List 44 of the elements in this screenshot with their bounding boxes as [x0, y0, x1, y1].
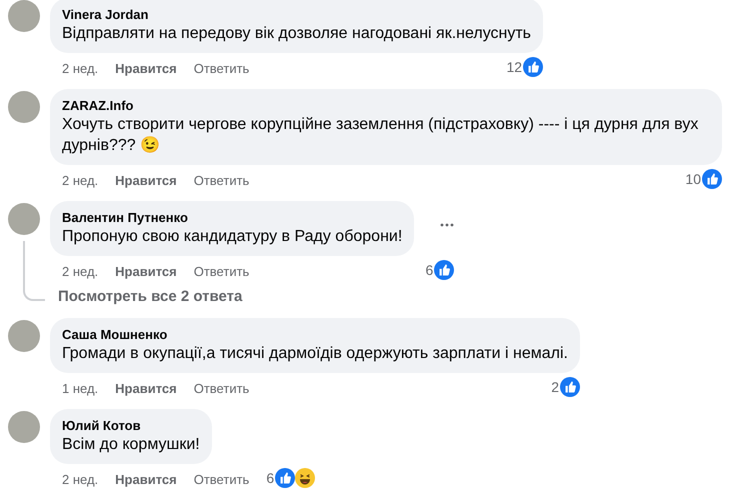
thumbs-up-icon	[523, 57, 544, 77]
author-name[interactable]: Юлий Котов	[62, 417, 200, 434]
like-link[interactable]: Нравится	[115, 60, 177, 76]
avatar[interactable]	[8, 203, 40, 235]
like-link[interactable]: Нравится	[115, 472, 177, 486]
comment-text: Всім до кормушки!	[62, 435, 200, 455]
author-name[interactable]: Саша Мошненко	[62, 326, 568, 343]
more-options-icon[interactable]	[440, 222, 454, 226]
reply-link[interactable]: Ответить	[194, 380, 250, 396]
reply-link[interactable]: Ответить	[194, 264, 250, 278]
reply-link[interactable]: Ответить	[194, 60, 250, 76]
like-link[interactable]: Нравится	[115, 264, 177, 278]
timestamp[interactable]: 2 нед.	[62, 472, 98, 486]
reaction-count[interactable]: 10	[685, 171, 701, 187]
like-link[interactable]: Нравится	[115, 172, 177, 188]
avatar[interactable]	[8, 411, 40, 443]
author-name[interactable]: ZARAZ.Info	[62, 97, 710, 114]
timestamp[interactable]: 2 нед.	[62, 172, 98, 188]
thumbs-up-icon	[560, 377, 580, 397]
like-link[interactable]: Нравится	[115, 380, 177, 396]
comment-text: Відправляти на передову вік дозволяе нагодовані як.нелуснуть	[62, 24, 532, 44]
laughing-face-icon	[295, 468, 316, 488]
timestamp[interactable]: 2 нед.	[62, 264, 98, 278]
reply-link[interactable]: Ответить	[194, 172, 250, 188]
thumbs-up-icon	[702, 169, 722, 189]
timestamp[interactable]: 1 нед.	[62, 380, 98, 396]
avatar[interactable]	[8, 320, 40, 352]
reaction-count[interactable]: 6	[425, 262, 434, 278]
reaction-count[interactable]: 12	[506, 59, 522, 75]
avatar[interactable]	[8, 0, 40, 32]
thumbs-up-icon	[434, 260, 454, 280]
comment-text: Громади в окупації,а тисячі дармоїдів одержують зарплати і немалі.	[62, 344, 568, 364]
author-name[interactable]: Vinera Jordan	[62, 6, 532, 23]
reaction-count[interactable]: 6	[266, 470, 274, 486]
comment-text: Пропоную свою кандидатуру в Раду оборони!	[62, 227, 402, 247]
author-name[interactable]: Валентин Путненко	[62, 209, 402, 226]
timestamp[interactable]: 2 нед.	[62, 60, 98, 76]
reaction-count[interactable]: 2	[551, 379, 559, 395]
view-replies-link[interactable]: Посмотреть все 2 ответа	[58, 286, 454, 308]
avatar[interactable]	[8, 91, 40, 123]
thread-line	[23, 241, 45, 301]
reply-link[interactable]: Ответить	[194, 472, 250, 486]
comment-text: Хочуть створити чергове корупційне заземлення (підстраховку) ---- і ця дурня для вух дурнів??? 😉	[62, 115, 700, 156]
thumbs-up-icon	[275, 468, 296, 488]
